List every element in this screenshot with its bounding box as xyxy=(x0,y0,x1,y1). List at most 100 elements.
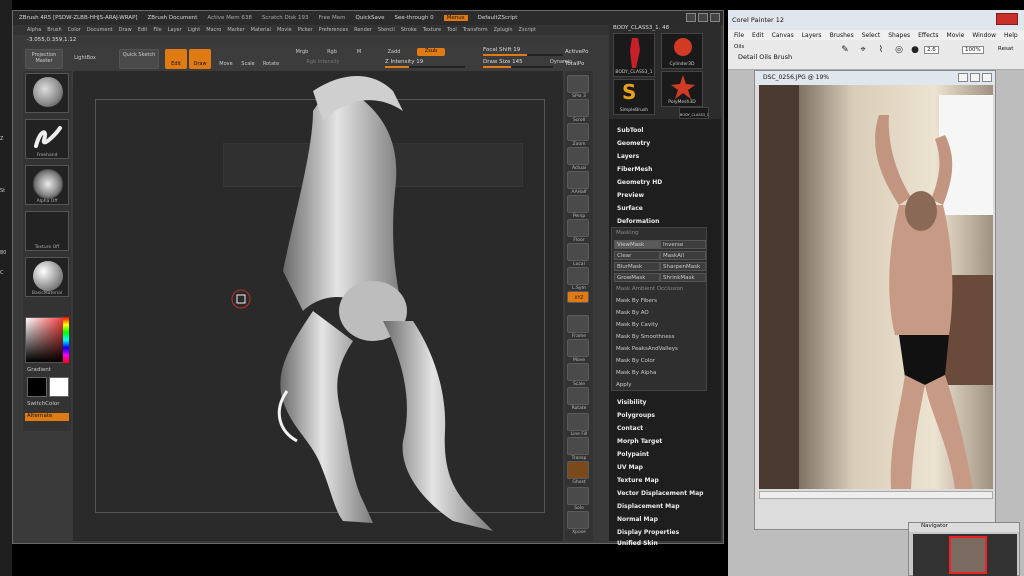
menu-material[interactable]: Material xyxy=(251,27,271,33)
menu-file[interactable]: File xyxy=(153,27,161,33)
displacement-map-menu[interactable]: Displacement Map xyxy=(617,503,680,510)
menu-draw[interactable]: Draw xyxy=(119,27,132,33)
menu-preferences[interactable]: Preferences xyxy=(319,27,348,33)
quicksave-button[interactable]: QuickSave xyxy=(355,15,384,21)
growmask-button[interactable]: GrowMask xyxy=(614,273,660,282)
menu-brushes[interactable]: Brushes xyxy=(830,32,854,39)
see-through-slider[interactable]: See-through 0 xyxy=(395,15,434,21)
zbrush-canvas[interactable] xyxy=(73,71,563,541)
visibility-menu[interactable]: Visibility xyxy=(617,399,646,406)
menu-render[interactable]: Render xyxy=(354,27,372,33)
menu-stencil[interactable]: Stencil xyxy=(378,27,395,33)
uv-map-menu[interactable]: UV Map xyxy=(617,464,643,471)
xyz-button[interactable]: XYZ xyxy=(567,291,589,303)
tool-thumb-simplebrush[interactable]: S SimpleBrush xyxy=(613,79,655,115)
menu-color[interactable]: Color xyxy=(68,27,81,33)
menu-transform[interactable]: Transform xyxy=(463,27,488,33)
maximize-icon[interactable] xyxy=(970,73,980,82)
menu-texture[interactable]: Texture xyxy=(423,27,441,33)
menu-zscript[interactable]: Zscript xyxy=(519,27,536,33)
switch-color-button[interactable]: SwitchColor xyxy=(27,401,60,407)
deformation-menu[interactable]: Deformation xyxy=(617,218,659,225)
polypaint-menu[interactable]: Polypaint xyxy=(617,451,649,458)
menu-edit[interactable]: Edit xyxy=(752,32,764,39)
move-button[interactable]: Move xyxy=(215,49,237,69)
menu-window[interactable]: Window xyxy=(972,32,996,39)
menu-zplugin[interactable]: Zplugin xyxy=(494,27,513,33)
shrinkmask-button[interactable]: ShrinkMask xyxy=(660,273,706,282)
z-intensity-slider[interactable]: Z Intensity 19 xyxy=(385,59,465,68)
material-thumbnail[interactable]: BasicMaterial xyxy=(25,257,69,297)
tool-thumb-body[interactable]: BODY_CLASS3_1 xyxy=(613,33,655,77)
mask-by-alpha[interactable]: Mask By Alpha xyxy=(616,370,656,376)
draw-button[interactable]: Draw xyxy=(189,49,211,69)
morph-target-menu[interactable]: Morph Target xyxy=(617,438,662,445)
inverse-button[interactable]: Inverse xyxy=(660,240,706,249)
horizontal-scrollbar[interactable] xyxy=(759,491,993,499)
subtool-menu[interactable]: SubTool xyxy=(617,127,643,134)
menu-light[interactable]: Light xyxy=(188,27,200,33)
focal-shift-slider[interactable]: Focal Shift 19 xyxy=(483,47,563,56)
alpha-thumbnail[interactable]: Alpha Off xyxy=(25,165,69,205)
menu-select[interactable]: Select xyxy=(862,32,881,39)
reference-photo[interactable] xyxy=(759,85,993,489)
menu-layer[interactable]: Layer xyxy=(168,27,182,33)
size-icon[interactable]: ◎ xyxy=(892,44,906,56)
scale-button[interactable]: Scale xyxy=(237,49,259,69)
menu-tool[interactable]: Tool xyxy=(447,27,457,33)
menu-brush[interactable]: Brush xyxy=(47,27,61,33)
rotate-button[interactable]: Rotate xyxy=(259,49,283,69)
scroll-button[interactable]: Scroll xyxy=(567,99,589,123)
dab-icon[interactable]: ● xyxy=(908,44,922,56)
brush-category[interactable]: Oils xyxy=(734,44,744,50)
display-properties-menu[interactable]: Display Properties xyxy=(617,529,679,536)
rotate-view-button[interactable]: Rotate xyxy=(567,387,589,411)
secondary-color-swatch[interactable] xyxy=(49,377,69,397)
menu-shapes[interactable]: Shapes xyxy=(888,32,910,39)
polyf-button[interactable]: Line Fill xyxy=(567,413,589,437)
minimize-icon[interactable] xyxy=(686,13,696,22)
brush-variant[interactable]: Detail Oils Brush xyxy=(738,53,792,61)
menu-stroke[interactable]: Stroke xyxy=(401,27,417,33)
preview-menu[interactable]: Preview xyxy=(617,192,644,199)
solo-button[interactable]: Solo xyxy=(567,487,589,511)
texture-map-menu[interactable]: Texture Map xyxy=(617,477,659,484)
vector-displacement-map-menu[interactable]: Vector Displacement Map xyxy=(617,490,703,497)
maskall-button[interactable]: MaskAll xyxy=(660,251,706,260)
blurmask-button[interactable]: BlurMask xyxy=(614,262,660,271)
minimize-icon[interactable] xyxy=(958,73,968,82)
stroke-icon[interactable]: ⌇ xyxy=(874,44,888,56)
clear-mask-button[interactable]: Clear xyxy=(614,251,660,260)
menu-canvas[interactable]: Canvas xyxy=(772,32,794,39)
geometry-menu[interactable]: Geometry xyxy=(617,140,650,147)
menu-edit[interactable]: Edit xyxy=(138,27,148,33)
draw-size-slider[interactable]: Draw Size 145 xyxy=(483,59,553,68)
maximize-icon[interactable] xyxy=(698,13,708,22)
tool-thumb-body-small[interactable]: BODY_CLASS3_1 xyxy=(679,107,709,119)
local-button[interactable]: Local xyxy=(567,243,589,267)
opacity-field[interactable]: 100% xyxy=(962,46,984,54)
menu-movie[interactable]: Movie xyxy=(277,27,292,33)
floor-button[interactable]: Floor xyxy=(567,219,589,243)
menus-button[interactable]: Menus xyxy=(443,15,468,21)
menu-layers[interactable]: Layers xyxy=(802,32,822,39)
frame-button[interactable]: Frame xyxy=(567,315,589,339)
mask-by-color[interactable]: Mask By Color xyxy=(616,358,655,364)
unified-skin-menu[interactable]: Unified Skin xyxy=(617,540,658,547)
navigator-preview[interactable] xyxy=(913,534,1017,576)
sharpenmask-button[interactable]: SharpenMask xyxy=(660,262,706,271)
menu-alpha[interactable]: Alpha xyxy=(27,27,41,33)
actual-button[interactable]: Actual xyxy=(567,147,589,171)
aahalf-button[interactable]: AAHalf xyxy=(567,171,589,195)
lsym-button[interactable]: L.Sym xyxy=(567,267,589,291)
polygroups-menu[interactable]: Polygroups xyxy=(617,412,655,419)
menu-movie[interactable]: Movie xyxy=(947,32,965,39)
mask-ao-section[interactable]: Mask Ambient Occlusion xyxy=(616,286,683,292)
menu-picker[interactable]: Picker xyxy=(298,27,313,33)
spix-button[interactable]: SPix 3 xyxy=(567,75,589,99)
stroke-thumbnail[interactable]: Freehand xyxy=(25,119,69,159)
menu-macro[interactable]: Macro xyxy=(206,27,221,33)
xpose-button[interactable]: Xpose xyxy=(567,511,589,535)
gradient-label[interactable]: Gradient xyxy=(27,367,51,373)
brush-thumbnail[interactable] xyxy=(25,73,69,113)
